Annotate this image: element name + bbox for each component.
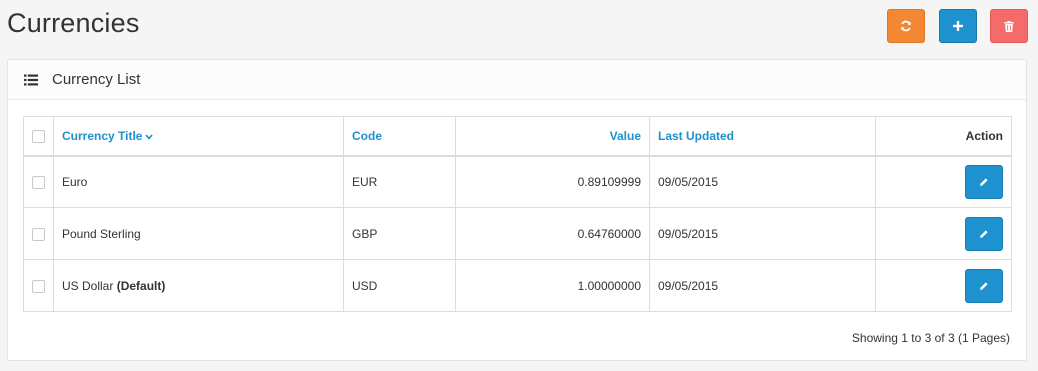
sort-by-value-link[interactable]: Value: [610, 129, 641, 143]
page-title: Currencies: [7, 8, 140, 38]
currency-title-cell: Pound Sterling: [53, 207, 344, 260]
delete-button[interactable]: [990, 9, 1028, 43]
row-checkbox[interactable]: [32, 279, 45, 293]
action-cell: [875, 259, 1012, 312]
row-select-cell: [23, 155, 54, 208]
column-header-action: Action: [875, 116, 1012, 157]
currency-title: US Dollar: [62, 278, 114, 293]
column-header-title: Currency Title: [53, 116, 344, 157]
panel-heading: Currency List: [8, 60, 1026, 100]
trash-icon: [1004, 20, 1014, 32]
currency-title-cell: US Dollar (Default): [53, 259, 344, 312]
panel-title: Currency List: [52, 71, 141, 88]
table-row: Pound Sterling GBP 0.64760000 09/05/2015: [23, 207, 1012, 260]
chevron-down-icon: [145, 134, 154, 140]
row-checkbox[interactable]: [32, 175, 45, 189]
currency-code-cell: GBP: [343, 207, 456, 260]
pencil-icon: [980, 178, 988, 186]
column-header-code: Code: [343, 116, 456, 157]
sort-by-code-link[interactable]: Code: [352, 129, 382, 143]
currency-value-cell: 0.89109999: [455, 155, 650, 208]
pencil-icon: [980, 229, 988, 238]
column-header-updated: Last Updated: [649, 116, 876, 157]
currency-value-cell: 0.64760000: [455, 207, 650, 260]
currency-title: Euro: [62, 174, 88, 189]
currency-table: Currency Title Code Value Last Updated A…: [23, 116, 1012, 312]
edit-button[interactable]: [965, 164, 1003, 199]
table-header-row: Currency Title Code Value Last Updated A…: [23, 116, 1012, 157]
currency-value-cell: 1.00000000: [455, 259, 650, 312]
row-checkbox[interactable]: [32, 227, 45, 241]
last-updated-cell: 09/05/2015: [649, 259, 876, 312]
sort-by-title-link[interactable]: Currency Title: [62, 128, 154, 143]
currency-title-cell: Euro: [53, 155, 344, 208]
plus-icon: [953, 21, 963, 31]
row-select-cell: [23, 259, 54, 312]
action-cell: [875, 207, 1012, 260]
edit-button[interactable]: [965, 268, 1003, 303]
column-header-title-label: Currency Title: [62, 128, 143, 143]
refresh-icon: [901, 20, 911, 32]
last-updated-cell: 09/05/2015: [649, 207, 876, 260]
currency-list-panel: Currency List Currency Title Code Value …: [7, 59, 1027, 361]
column-header-value: Value: [455, 116, 650, 157]
default-badge: (Default): [116, 278, 166, 293]
row-select-cell: [23, 207, 54, 260]
last-updated-cell: 09/05/2015: [649, 155, 876, 208]
select-all-checkbox[interactable]: [32, 129, 45, 143]
sort-by-updated-link[interactable]: Last Updated: [658, 129, 734, 143]
action-cell: [875, 155, 1012, 208]
list-icon: [24, 74, 38, 85]
select-all-cell: [23, 116, 54, 157]
add-button[interactable]: [939, 9, 977, 43]
refresh-button[interactable]: [887, 9, 925, 43]
pencil-icon: [980, 281, 988, 290]
pagination-info: Showing 1 to 3 of 3 (1 Pages): [851, 331, 1010, 345]
table-row: Euro EUR 0.89109999 09/05/2015: [23, 155, 1012, 208]
currency-title: Pound Sterling: [62, 226, 141, 241]
currency-code-cell: USD: [343, 259, 456, 312]
edit-button[interactable]: [965, 216, 1003, 251]
table-row: US Dollar (Default) USD 1.00000000 09/05…: [23, 259, 1012, 312]
currency-code-cell: EUR: [343, 155, 456, 208]
